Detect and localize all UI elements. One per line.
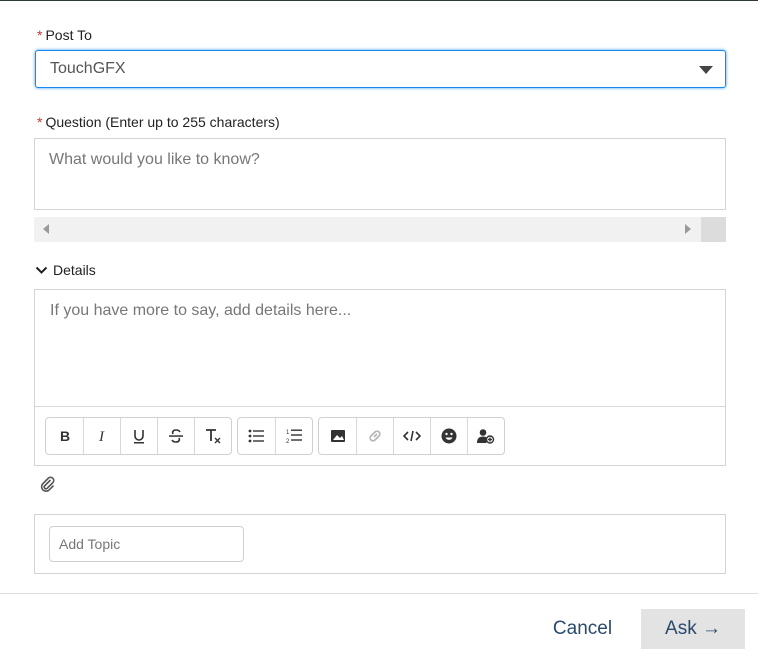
svg-text:B: B: [60, 429, 70, 443]
bold-icon: B: [60, 429, 70, 443]
svg-text:I: I: [98, 429, 105, 443]
post-to-select[interactable]: TouchGFX: [35, 50, 726, 88]
required-asterisk: *: [37, 114, 43, 130]
bulleted-list-icon: [248, 429, 264, 443]
details-editor[interactable]: If you have more to say, add details her…: [34, 289, 726, 466]
ask-button[interactable]: Ask →: [641, 609, 745, 649]
chevron-down-icon: [35, 266, 48, 274]
image-icon: [330, 430, 345, 442]
code-icon: [403, 430, 421, 442]
scrollbar-corner: [701, 217, 726, 242]
post-to-label-text: Post To: [45, 27, 92, 43]
strikethrough-button[interactable]: [157, 418, 194, 454]
mention-icon: [477, 429, 495, 444]
cancel-button[interactable]: Cancel: [535, 609, 630, 649]
topic-container: [34, 514, 726, 574]
caret-down-icon[interactable]: [699, 66, 713, 74]
insert-image-button[interactable]: [319, 418, 356, 454]
bulleted-list-button[interactable]: [238, 418, 275, 454]
insert-link-button[interactable]: [356, 418, 393, 454]
italic-icon: I: [98, 429, 105, 443]
editor-toolbar-divider: [35, 406, 725, 407]
svg-text:1: 1: [286, 430, 290, 436]
emoji-button[interactable]: [430, 418, 467, 454]
paperclip-icon: [40, 476, 55, 492]
post-to-selected-value: TouchGFX: [50, 60, 126, 77]
strikethrough-icon: [169, 429, 183, 443]
italic-button[interactable]: I: [83, 418, 120, 454]
scroll-right-icon[interactable]: [685, 224, 691, 234]
details-toggle-label: Details: [53, 262, 96, 278]
insert-group: [318, 417, 505, 455]
question-input[interactable]: [49, 151, 699, 169]
top-divider: [0, 0, 758, 1]
svg-text:2: 2: [286, 439, 290, 444]
clear-format-button[interactable]: [194, 418, 231, 454]
clear-format-icon: [206, 429, 221, 444]
numbered-list-icon: 12: [286, 429, 302, 444]
numbered-list-button[interactable]: 12: [275, 418, 312, 454]
horizontal-scrollbar[interactable]: [34, 217, 726, 242]
required-asterisk: *: [37, 27, 43, 43]
link-icon: [369, 430, 381, 442]
text-format-group: B I: [45, 417, 232, 455]
mention-button[interactable]: [467, 418, 504, 454]
details-toggle[interactable]: Details: [35, 261, 96, 279]
underline-button[interactable]: [120, 418, 157, 454]
details-placeholder[interactable]: If you have more to say, add details her…: [50, 302, 351, 320]
post-to-label: * Post To: [37, 27, 92, 43]
add-topic-input[interactable]: [49, 526, 244, 562]
question-label: * Question (Enter up to 255 characters): [37, 114, 280, 130]
underline-icon: [134, 430, 144, 444]
list-group: 12: [237, 417, 313, 455]
bold-button[interactable]: B: [46, 418, 83, 454]
emoji-icon: [441, 428, 457, 444]
scroll-left-icon[interactable]: [43, 224, 49, 234]
attach-file-button[interactable]: [39, 475, 57, 498]
footer-divider: [0, 593, 758, 594]
code-button[interactable]: [393, 418, 430, 454]
question-field[interactable]: [34, 138, 726, 210]
question-label-text: Question (Enter up to 255 characters): [45, 114, 280, 130]
